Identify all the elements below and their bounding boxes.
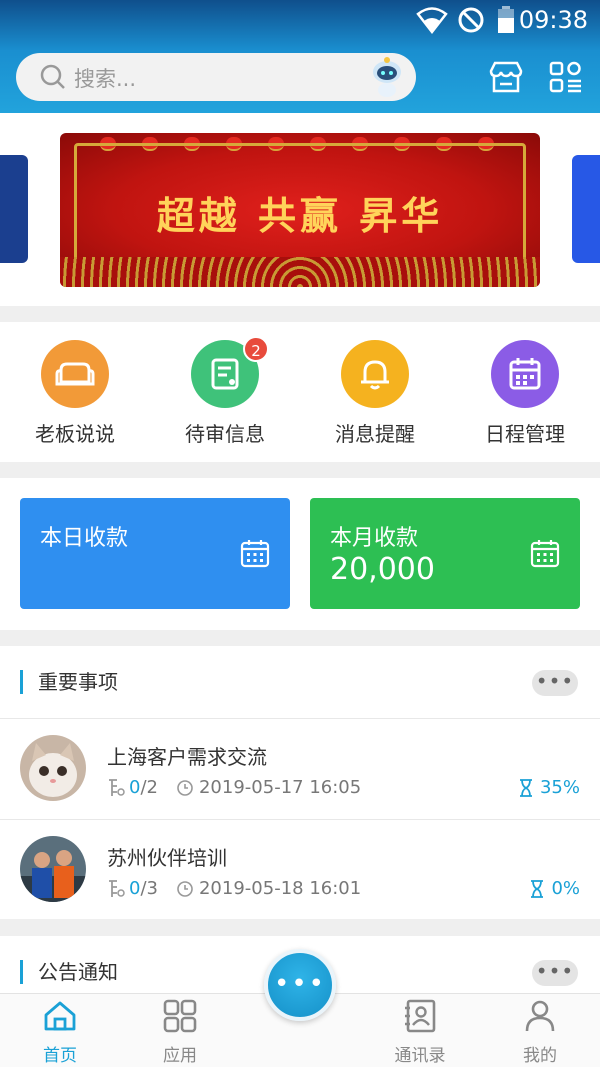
banner-slogan: 超越 共赢 昇华 [156,193,444,238]
item-progress: 35% [518,777,580,798]
avatar [20,735,86,801]
card-value: 20,000 [330,552,435,587]
calendar-icon [491,340,559,408]
more-dots-icon: ••• [273,969,326,999]
quick-actions: 老板说说 2 待审信息 消息提醒 日程管理 [0,322,600,462]
sofa-icon [41,340,109,408]
clock-icon [177,880,193,897]
banner-carousel[interactable]: 超越 共赢 昇华 [0,113,600,306]
tab-profile[interactable]: 我的 [480,998,600,1066]
tab-home[interactable]: 首页 [0,998,120,1066]
task-done-count: 0 [129,777,141,798]
quick-action-pending-review[interactable]: 2 待审信息 [150,336,300,447]
quick-action-label: 待审信息 [185,422,265,446]
quick-action-label: 老板说说 [35,422,115,446]
bell-icon [341,340,409,408]
hourglass-icon [531,879,544,898]
status-bar: 09:38 [0,0,600,42]
apps-grid-icon [163,999,197,1033]
item-meta: 0 /3 2019-05-18 16:01 [107,878,361,899]
floating-menu-button[interactable]: ••• [264,949,336,1021]
more-button[interactable]: ••• [532,670,578,696]
quick-action-boss-talk[interactable]: 老板说说 [0,340,150,447]
search-input[interactable]: 搜索... [16,53,416,101]
banner-next-slide[interactable] [572,155,600,263]
progress-value: 35% [539,777,580,798]
search-placeholder: 搜索... [74,67,137,91]
avatar [20,836,86,902]
task-list-icon [109,879,125,897]
wifi-icon [416,7,448,35]
tab-label: 应用 [163,1046,197,1066]
calendar-icon [530,540,560,568]
robot-assistant-icon[interactable] [368,56,406,98]
item-time: 2019-05-17 16:05 [198,777,362,798]
store-icon[interactable] [488,60,524,94]
tab-label: 首页 [43,1046,77,1066]
clock-icon [177,779,193,796]
card-title: 本月收款 [330,526,419,551]
monthly-collection-card[interactable]: 本月收款 20,000 [310,498,580,609]
status-time: 09:38 [518,6,588,34]
task-total-count: /2 [140,777,158,798]
more-button[interactable]: ••• [532,960,578,986]
section-title: 重要事项 [20,670,118,694]
notification-badge: 2 [243,336,269,362]
calendar-icon [240,540,270,568]
section-title: 公告通知 [20,960,118,984]
banner-prev-slide[interactable] [0,155,28,263]
task-list-icon [109,778,125,796]
card-title: 本日收款 [40,526,129,551]
task-done-count: 0 [129,878,141,899]
item-progress: 0% [529,878,580,899]
progress-value: 0% [551,878,580,899]
banner-slide[interactable]: 超越 共赢 昇华 [60,133,540,287]
profile-icon [525,1000,555,1032]
home-icon [44,1001,76,1031]
item-meta: 0 /2 2019-05-17 16:05 [107,777,361,798]
tab-label: 我的 [523,1046,557,1066]
item-time: 2019-05-18 16:01 [198,878,362,899]
quick-action-notifications[interactable]: 消息提醒 [300,340,450,447]
collection-stats: 本日收款 本月收款 20,000 [0,478,600,630]
review-document-icon: 2 [191,336,269,408]
tab-apps[interactable]: 应用 [120,998,240,1066]
task-total-count: /3 [140,878,158,899]
hourglass-icon [519,778,532,797]
important-matters-section: 重要事项 ••• 上海客户需求交流 0 /2 2019-05-17 16:05 … [0,646,600,919]
quick-action-schedule[interactable]: 日程管理 [450,340,600,447]
daily-collection-card[interactable]: 本日收款 [20,498,290,609]
search-icon [40,64,65,89]
banner-wave-pattern [60,257,540,287]
item-title: 上海客户需求交流 [107,745,267,769]
scan-apps-icon[interactable] [548,60,584,94]
do-not-disturb-icon [458,7,484,33]
quick-action-label: 消息提醒 [335,422,415,446]
quick-action-label: 日程管理 [485,422,565,446]
list-item[interactable]: 苏州伙伴培训 0 /3 2019-05-18 16:01 0% [0,819,600,919]
tab-contacts[interactable]: 通讯录 [360,998,480,1066]
app-header: 09:38 搜索... [0,0,600,113]
list-item[interactable]: 上海客户需求交流 0 /2 2019-05-17 16:05 35% [0,718,600,818]
battery-icon [498,6,514,33]
item-title: 苏州伙伴培训 [107,846,227,870]
tab-label: 通讯录 [394,1046,446,1066]
contacts-icon [405,999,436,1033]
